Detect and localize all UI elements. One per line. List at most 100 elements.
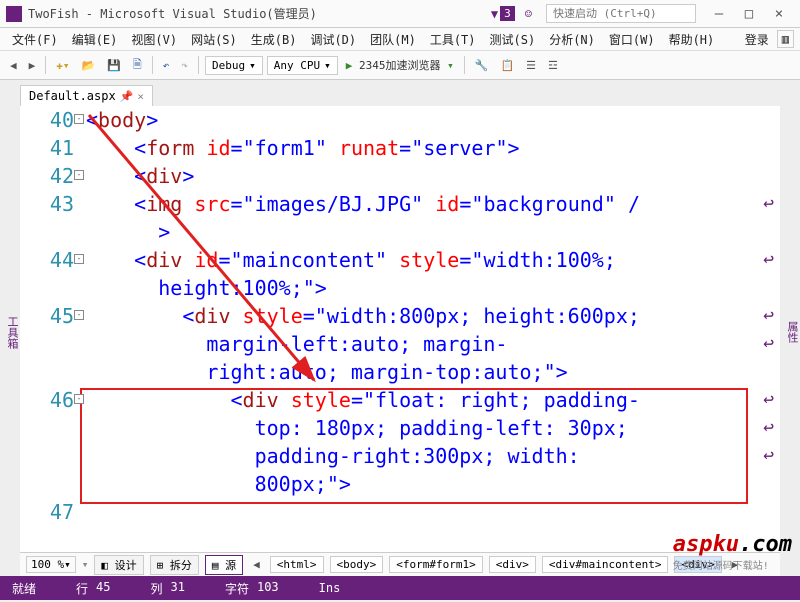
code-line[interactable]: 42- <div> (20, 162, 780, 190)
redo-icon[interactable]: ↷ (177, 57, 192, 74)
save-icon[interactable]: 💾 (103, 57, 125, 74)
fold-icon[interactable]: - (74, 114, 84, 124)
line-number: 44- (20, 246, 82, 274)
close-button[interactable]: × (764, 6, 794, 22)
code-line[interactable]: 44- <div id="maincontent" style="width:1… (20, 246, 780, 274)
line-number: 40- (20, 106, 82, 134)
notification-badge[interactable]: 3 (500, 6, 515, 21)
line-number: 43 (20, 190, 82, 218)
code-text[interactable]: <form id="form1" runat="server"> (86, 134, 780, 162)
code-text[interactable]: padding-right:300px; width: (86, 442, 780, 470)
code-text[interactable]: > (86, 218, 780, 246)
wrap-icon: ↩ (763, 246, 774, 274)
code-text[interactable]: <div id="maincontent" style="width:100%; (86, 246, 780, 274)
platform-dropdown[interactable]: Any CPU▾ (267, 56, 338, 75)
menu-test[interactable]: 测试(S) (484, 29, 542, 50)
code-text[interactable]: <img src="images/BJ.JPG" id="background"… (86, 190, 780, 218)
menu-bar: 文件(F) 编辑(E) 视图(V) 网站(S) 生成(B) 调试(D) 团队(M… (0, 28, 800, 50)
view-source[interactable]: ▤ 源 (205, 555, 243, 575)
watermark: aspku.com 免费网站源码下载站! (673, 531, 792, 572)
open-icon[interactable]: 📂 (78, 57, 100, 74)
code-line[interactable]: 43 <img src="images/BJ.JPG" id="backgrou… (20, 190, 780, 218)
tool-icon-4[interactable]: ☲ (544, 57, 562, 74)
rail-properties[interactable]: 属性 (784, 88, 800, 576)
code-text[interactable]: margin-left:auto; margin- (86, 330, 780, 358)
code-line[interactable]: 40-<body> (20, 106, 780, 134)
tab-close-icon[interactable]: × (137, 90, 144, 103)
editor-footer: 100 % ▾ ▾ ◧ 设计 ⊞ 拆分 ▤ 源 ◀ <html> <body> … (20, 552, 780, 576)
run-button[interactable]: ▶ 2345加速浏览器 ▾ (342, 55, 458, 75)
code-line[interactable]: 47 (20, 498, 780, 526)
code-editor[interactable]: 40-<body>41 <form id="form1" runat="serv… (20, 106, 780, 552)
status-ins: Ins (319, 581, 341, 595)
code-text[interactable]: 800px;"> (86, 470, 780, 498)
config-dropdown[interactable]: Debug▾ (205, 56, 263, 75)
crumb-prev-icon[interactable]: ◀ (249, 558, 264, 571)
fold-icon[interactable]: - (74, 310, 84, 320)
tool-icon-3[interactable]: ☰ (522, 57, 540, 74)
code-text[interactable]: <body> (86, 106, 780, 134)
feedback-icon[interactable]: ☺ (525, 7, 532, 21)
menu-debug[interactable]: 调试(D) (304, 29, 362, 50)
code-line[interactable]: padding-right:300px; width:↩ (20, 442, 780, 470)
code-text[interactable]: <div style="float: right; padding- (86, 386, 780, 414)
crumb-body[interactable]: <body> (330, 556, 384, 573)
crumb-html[interactable]: <html> (270, 556, 324, 573)
menu-build[interactable]: 生成(B) (245, 29, 303, 50)
code-line[interactable]: height:100%;"> (20, 274, 780, 302)
status-ch: 103 (257, 580, 279, 597)
code-line[interactable]: margin-left:auto; margin-↩ (20, 330, 780, 358)
nav-fwd-icon[interactable]: ▶ (25, 57, 40, 74)
toolbox-rail[interactable]: 工具箱 (0, 80, 20, 576)
saveall-icon[interactable]: 🗎 (129, 54, 146, 77)
user-icon[interactable]: ▥ (777, 30, 794, 48)
menu-team[interactable]: 团队(M) (364, 29, 422, 50)
crumb-main[interactable]: <div#maincontent> (542, 556, 669, 573)
tool-icon-2[interactable]: 📋 (496, 57, 518, 74)
code-text[interactable]: right:auto; margin-top:auto;"> (86, 358, 780, 386)
menu-tools[interactable]: 工具(T) (424, 29, 482, 50)
code-line[interactable]: right:auto; margin-top:auto;"> (20, 358, 780, 386)
nav-back-icon[interactable]: ◀ (6, 57, 21, 74)
tool-icon-1[interactable]: 🔧 (471, 57, 493, 74)
maximize-button[interactable]: □ (734, 6, 764, 22)
code-line[interactable]: top: 180px; padding-left: 30px;↩ (20, 414, 780, 442)
file-tab[interactable]: Default.aspx 📌 × (20, 85, 153, 106)
login-link[interactable]: 登录 (739, 29, 775, 50)
code-text[interactable]: height:100%;"> (86, 274, 780, 302)
minimize-button[interactable]: – (704, 6, 734, 22)
code-line[interactable]: 800px;"> (20, 470, 780, 498)
status-row: 45 (96, 580, 110, 597)
crumb-form[interactable]: <form#form1> (389, 556, 482, 573)
code-text[interactable]: <div style="width:800px; height:600px; (86, 302, 780, 330)
pin-icon[interactable]: 📌 (120, 90, 134, 103)
view-design[interactable]: ◧ 设计 (94, 555, 143, 575)
menu-edit[interactable]: 编辑(E) (66, 29, 124, 50)
menu-help[interactable]: 帮助(H) (663, 29, 721, 50)
crumb-div1[interactable]: <div> (489, 556, 536, 573)
status-col: 31 (171, 580, 185, 597)
zoom-dropdown[interactable]: 100 % ▾ (26, 556, 76, 573)
code-line[interactable]: 41 <form id="form1" runat="server"> (20, 134, 780, 162)
code-line[interactable]: > (20, 218, 780, 246)
menu-analyze[interactable]: 分析(N) (543, 29, 601, 50)
line-number: 41 (20, 134, 82, 162)
code-line[interactable]: 45- <div style="width:800px; height:600p… (20, 302, 780, 330)
wrap-icon: ↩ (763, 302, 774, 330)
view-split[interactable]: ⊞ 拆分 (150, 555, 199, 575)
code-text[interactable]: <div> (86, 162, 780, 190)
code-text[interactable]: top: 180px; padding-left: 30px; (86, 414, 780, 442)
quick-launch-input[interactable] (546, 4, 696, 23)
fold-icon[interactable]: - (74, 170, 84, 180)
menu-window[interactable]: 窗口(W) (603, 29, 661, 50)
new-icon[interactable]: ✚▾ (52, 57, 73, 74)
fold-icon[interactable]: - (74, 254, 84, 264)
fold-icon[interactable]: - (74, 394, 84, 404)
flag-icon[interactable]: ▼ (491, 7, 498, 21)
menu-site[interactable]: 网站(S) (185, 29, 243, 50)
wrap-icon: ↩ (763, 386, 774, 414)
menu-view[interactable]: 视图(V) (125, 29, 183, 50)
code-line[interactable]: 46- <div style="float: right; padding-↩ (20, 386, 780, 414)
undo-icon[interactable]: ↶ (159, 57, 174, 74)
menu-file[interactable]: 文件(F) (6, 29, 64, 50)
